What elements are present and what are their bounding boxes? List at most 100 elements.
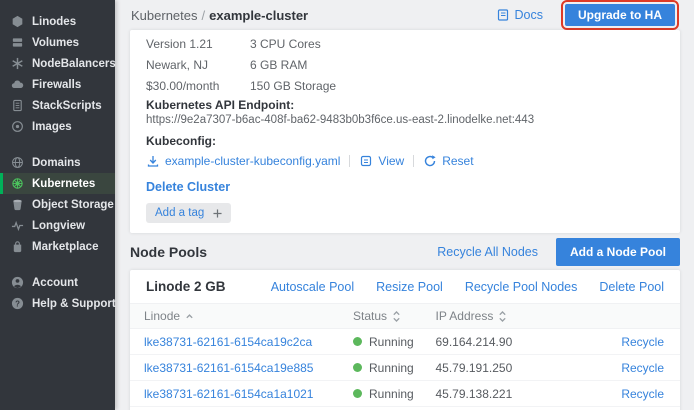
column-header-status[interactable]: Status	[339, 304, 422, 329]
sidebar-item-object-storage[interactable]: Object Storage	[0, 194, 115, 215]
sidebar-item-label: Help & Support	[32, 298, 116, 310]
stackscripts-icon	[10, 99, 24, 113]
add-tag-button[interactable]: Add a tag	[146, 203, 231, 223]
status-label: Running	[369, 387, 414, 401]
sidebar-item-stackscripts[interactable]: StackScripts	[0, 95, 115, 116]
reset-icon	[423, 154, 437, 168]
recycle-node-link[interactable]: Recycle	[621, 387, 664, 401]
sidebar-item-nodebalancers[interactable]: NodeBalancers	[0, 53, 115, 74]
download-icon	[146, 154, 160, 168]
page-content: Version 1.21 3 CPU Cores Newark, NJ 6 GB…	[115, 30, 694, 410]
breadcrumb-section-link[interactable]: Kubernetes	[131, 8, 198, 23]
api-endpoint-label: Kubernetes API Endpoint:	[146, 98, 664, 113]
table-row: lke38731-62161-6154ca19c2ca Running 69.1…	[130, 329, 680, 355]
node-pools-header: Node Pools Recycle All Nodes Add a Node …	[130, 233, 680, 270]
sidebar-item-help-support[interactable]: ? Help & Support	[0, 293, 115, 314]
breadcrumb: Kubernetes/example-cluster	[131, 8, 308, 23]
node-link[interactable]: lke38731-62161-6154ca19c2ca	[144, 335, 312, 349]
cluster-ram: 6 GB RAM	[250, 55, 336, 76]
object-storage-icon	[10, 198, 24, 212]
delete-cluster-link[interactable]: Delete Cluster	[146, 180, 230, 194]
column-label: Linode	[144, 309, 180, 323]
upgrade-to-ha-button[interactable]: Upgrade to HA	[565, 4, 675, 26]
node-pool-card: Linode 2 GB Autoscale Pool Resize Pool R…	[130, 270, 680, 410]
docs-link[interactable]: Docs	[496, 8, 543, 22]
linodes-icon	[10, 15, 24, 29]
sidebar-item-images[interactable]: Images	[0, 116, 115, 137]
node-ip: 45.79.191.250	[422, 355, 571, 381]
sidebar-item-label: StackScripts	[32, 100, 102, 112]
sidebar-item-linodes[interactable]: Linodes	[0, 11, 115, 32]
delete-pool-link[interactable]: Delete Pool	[599, 280, 664, 294]
api-endpoint-value: https://9e2a7307-b6ac-408f-ba62-9483b0b3…	[146, 113, 664, 127]
sidebar-item-longview[interactable]: Longview	[0, 215, 115, 236]
divider	[413, 155, 414, 167]
sidebar-item-label: Images	[32, 121, 72, 133]
node-pools-title: Node Pools	[130, 244, 207, 260]
recycle-node-link[interactable]: Recycle	[621, 361, 664, 375]
sidebar-item-volumes[interactable]: Volumes	[0, 32, 115, 53]
volumes-icon	[10, 36, 24, 50]
pool-footer-row: Pool ID 62161	[130, 407, 680, 410]
column-header-ip-address[interactable]: IP Address	[422, 304, 571, 329]
node-link[interactable]: lke38731-62161-6154ca19e885	[144, 361, 313, 375]
pool-nodes-table: Linode Status IP Address	[130, 303, 680, 410]
plus-icon	[213, 209, 222, 218]
status-label: Running	[369, 335, 414, 349]
status-dot-running	[353, 363, 362, 372]
sort-both-icon	[392, 310, 401, 323]
page-header: Kubernetes/example-cluster Docs Upgrade …	[115, 0, 694, 30]
marketplace-icon	[10, 240, 24, 254]
kubernetes-icon	[10, 177, 24, 191]
cluster-version: Version 1.21	[146, 34, 234, 55]
sidebar: Linodes Volumes NodeBalancers Firewalls …	[0, 0, 115, 410]
view-icon	[359, 154, 373, 168]
status-dot-running	[353, 389, 362, 398]
header-actions: Docs Upgrade to HA	[496, 4, 678, 26]
node-ip: 45.79.138.221	[422, 381, 571, 407]
column-header-linode[interactable]: Linode	[130, 304, 339, 329]
cluster-storage: 150 GB Storage	[250, 76, 336, 97]
app-window: Linodes Volumes NodeBalancers Firewalls …	[0, 0, 694, 410]
recycle-all-nodes-link[interactable]: Recycle All Nodes	[437, 245, 538, 259]
sidebar-item-label: Kubernetes	[32, 178, 95, 190]
node-link[interactable]: lke38731-62161-6154ca1a1021	[144, 387, 313, 401]
sidebar-item-label: Volumes	[32, 37, 79, 49]
kubeconfig-view-link[interactable]: View	[378, 154, 404, 168]
sidebar-item-account[interactable]: Account	[0, 272, 115, 293]
sidebar-item-label: NodeBalancers	[32, 58, 116, 70]
svg-text:?: ?	[15, 299, 20, 308]
breadcrumb-current: example-cluster	[209, 8, 308, 23]
cluster-details: Version 1.21 3 CPU Cores Newark, NJ 6 GB…	[146, 34, 336, 97]
sidebar-item-marketplace[interactable]: Marketplace	[0, 236, 115, 257]
recycle-node-link[interactable]: Recycle	[621, 335, 664, 349]
sidebar-item-label: Domains	[32, 157, 81, 169]
cluster-price: $30.00/month	[146, 76, 234, 97]
sidebar-item-label: Marketplace	[32, 241, 98, 253]
sidebar-item-label: Firewalls	[32, 79, 81, 91]
sidebar-item-label: Account	[32, 277, 78, 289]
help-icon: ?	[10, 297, 24, 311]
pool-id: Pool ID 62161	[130, 407, 680, 410]
recycle-pool-nodes-link[interactable]: Recycle Pool Nodes	[465, 280, 578, 294]
kubeconfig-reset-link[interactable]: Reset	[442, 154, 473, 168]
column-label: IP Address	[436, 309, 494, 323]
firewalls-icon	[10, 78, 24, 92]
autoscale-pool-link[interactable]: Autoscale Pool	[271, 280, 354, 294]
resize-pool-link[interactable]: Resize Pool	[376, 280, 443, 294]
sidebar-item-firewalls[interactable]: Firewalls	[0, 74, 115, 95]
node-pools-actions: Recycle All Nodes Add a Node Pool	[437, 238, 680, 266]
add-node-pool-button[interactable]: Add a Node Pool	[556, 238, 680, 266]
sidebar-item-kubernetes[interactable]: Kubernetes	[0, 173, 115, 194]
domains-icon	[10, 156, 24, 170]
add-tag-label: Add a tag	[155, 207, 204, 219]
table-header-row: Linode Status IP Address	[130, 304, 680, 329]
table-row: lke38731-62161-6154ca19e885 Running 45.7…	[130, 355, 680, 381]
column-label: Status	[353, 309, 387, 323]
sidebar-item-domains[interactable]: Domains	[0, 152, 115, 173]
sidebar-group-divider	[0, 137, 115, 152]
kubeconfig-download-link[interactable]: example-cluster-kubeconfig.yaml	[165, 154, 340, 168]
docs-icon	[496, 8, 510, 22]
cluster-summary-card: Version 1.21 3 CPU Cores Newark, NJ 6 GB…	[130, 30, 680, 233]
pool-action-links: Autoscale Pool Resize Pool Recycle Pool …	[271, 280, 664, 294]
